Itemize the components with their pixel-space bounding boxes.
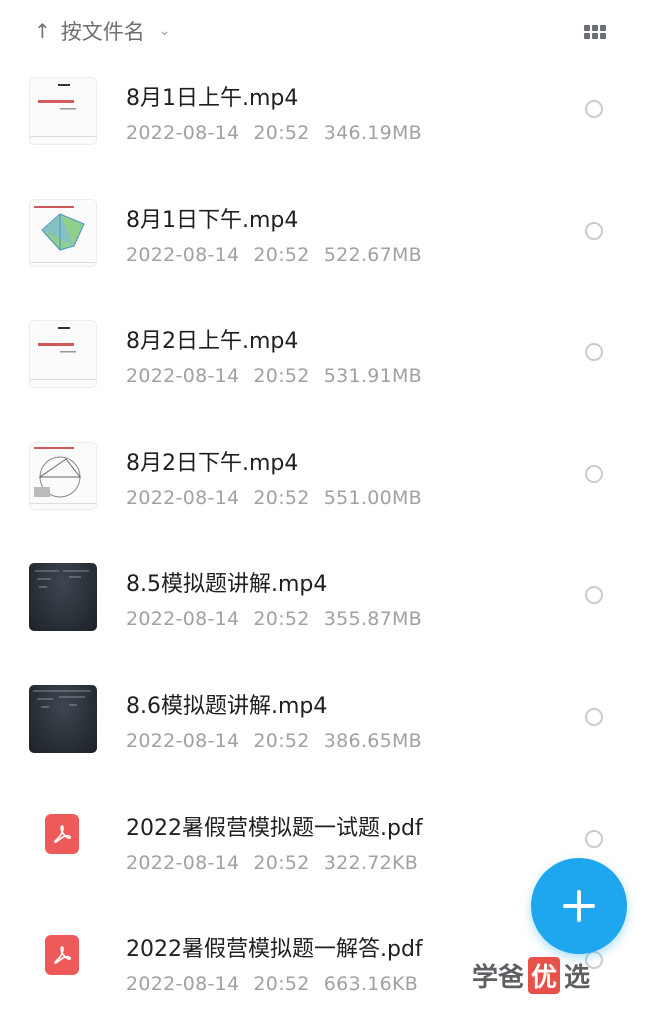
file-name: 8月2日上午.mp4 xyxy=(126,329,299,355)
file-date: 2022-08-14 xyxy=(126,973,240,996)
select-radio[interactable] xyxy=(585,343,603,362)
file-size: 531.91MB xyxy=(323,365,422,388)
file-date: 2022-08-14 xyxy=(126,365,240,388)
top-bar: ↑ 按文件名 ⌄ xyxy=(0,0,645,62)
video-thumbnail xyxy=(29,320,97,389)
grid-view-icon[interactable] xyxy=(584,25,608,39)
file-time: 20:52 xyxy=(253,729,310,752)
file-name: 8月2日下午.mp4 xyxy=(126,450,299,476)
file-meta: 2022-08-14 20:52 346.19MB xyxy=(126,122,422,144)
chevron-down-icon: ⌄ xyxy=(158,23,171,39)
file-name: 8.6模拟题讲解.mp4 xyxy=(126,693,328,719)
file-meta: 2022-08-14 20:52 663.16KB xyxy=(126,973,418,995)
file-date: 2022-08-14 xyxy=(126,243,240,266)
select-radio[interactable] xyxy=(585,829,603,848)
file-meta: 2022-08-14 20:52 386.65MB xyxy=(126,730,422,752)
watermark: 学爸优选 xyxy=(472,956,590,994)
file-size: 322.72KB xyxy=(323,851,419,874)
video-thumbnail xyxy=(29,441,97,510)
file-date: 2022-08-14 xyxy=(126,608,240,631)
video-thumbnail xyxy=(29,198,97,267)
add-button[interactable] xyxy=(531,858,627,954)
file-size: 663.16KB xyxy=(323,973,419,996)
file-meta: 2022-08-14 20:52 322.72KB xyxy=(126,852,418,874)
file-meta: 2022-08-14 20:52 355.87MB xyxy=(126,608,422,630)
select-radio[interactable] xyxy=(585,464,603,483)
plus-icon xyxy=(563,890,595,922)
file-name: 2022暑假营模拟题一解答.pdf xyxy=(126,937,423,963)
file-name: 8.5模拟题讲解.mp4 xyxy=(126,572,328,598)
file-size: 551.00MB xyxy=(323,486,422,509)
file-size: 355.87MB xyxy=(323,608,422,631)
file-time: 20:52 xyxy=(253,122,310,144)
file-name: 8月1日上午.mp4 xyxy=(126,86,299,111)
file-meta: 2022-08-14 20:52 522.67MB xyxy=(126,244,422,266)
video-thumbnail xyxy=(29,77,97,145)
select-radio[interactable] xyxy=(585,586,603,605)
file-size: 346.19MB xyxy=(323,122,422,144)
file-date: 2022-08-14 xyxy=(126,851,240,874)
file-size: 522.67MB xyxy=(323,243,422,266)
watermark-highlight: 优 xyxy=(528,956,561,994)
file-name: 2022暑假营模拟题一试题.pdf xyxy=(126,815,423,841)
file-time: 20:52 xyxy=(253,608,310,631)
file-meta: 2022-08-14 20:52 531.91MB xyxy=(126,365,422,387)
file-time: 20:52 xyxy=(253,365,310,388)
file-row[interactable]: 8月2日下午.mp4 2022-08-14 20:52 551.00MB xyxy=(0,427,645,549)
file-time: 20:52 xyxy=(253,973,310,996)
select-radio[interactable] xyxy=(585,100,603,118)
select-radio[interactable] xyxy=(585,707,603,726)
watermark-text: 学爸 xyxy=(472,962,525,993)
file-date: 2022-08-14 xyxy=(126,729,240,752)
select-radio[interactable] xyxy=(585,221,603,240)
file-row[interactable]: 8月1日上午.mp4 2022-08-14 20:52 346.19MB xyxy=(0,62,645,184)
video-thumbnail xyxy=(29,563,97,632)
file-date: 2022-08-14 xyxy=(126,486,240,509)
file-row[interactable]: 8月1日下午.mp4 2022-08-14 20:52 522.67MB xyxy=(0,184,645,306)
file-time: 20:52 xyxy=(253,851,310,874)
file-time: 20:52 xyxy=(253,243,310,266)
file-size: 386.65MB xyxy=(323,729,422,752)
watermark-text: 选 xyxy=(564,962,591,993)
file-name: 8月1日下午.mp4 xyxy=(126,207,299,233)
sort-label: 按文件名 xyxy=(60,20,145,44)
pdf-icon xyxy=(45,813,79,854)
sort-arrow-icon: ↑ xyxy=(34,19,51,43)
pdf-icon xyxy=(45,935,79,976)
sort-button[interactable]: ↑ 按文件名 ⌄ xyxy=(34,16,171,46)
file-meta: 2022-08-14 20:52 551.00MB xyxy=(126,487,422,509)
video-thumbnail xyxy=(29,684,97,753)
file-row[interactable]: 8月2日上午.mp4 2022-08-14 20:52 531.91MB xyxy=(0,305,645,427)
file-time: 20:52 xyxy=(253,486,310,509)
file-row[interactable]: 8.6模拟题讲解.mp4 2022-08-14 20:52 386.65MB xyxy=(0,670,645,792)
file-date: 2022-08-14 xyxy=(126,122,240,144)
file-row[interactable]: 8.5模拟题讲解.mp4 2022-08-14 20:52 355.87MB xyxy=(0,548,645,670)
